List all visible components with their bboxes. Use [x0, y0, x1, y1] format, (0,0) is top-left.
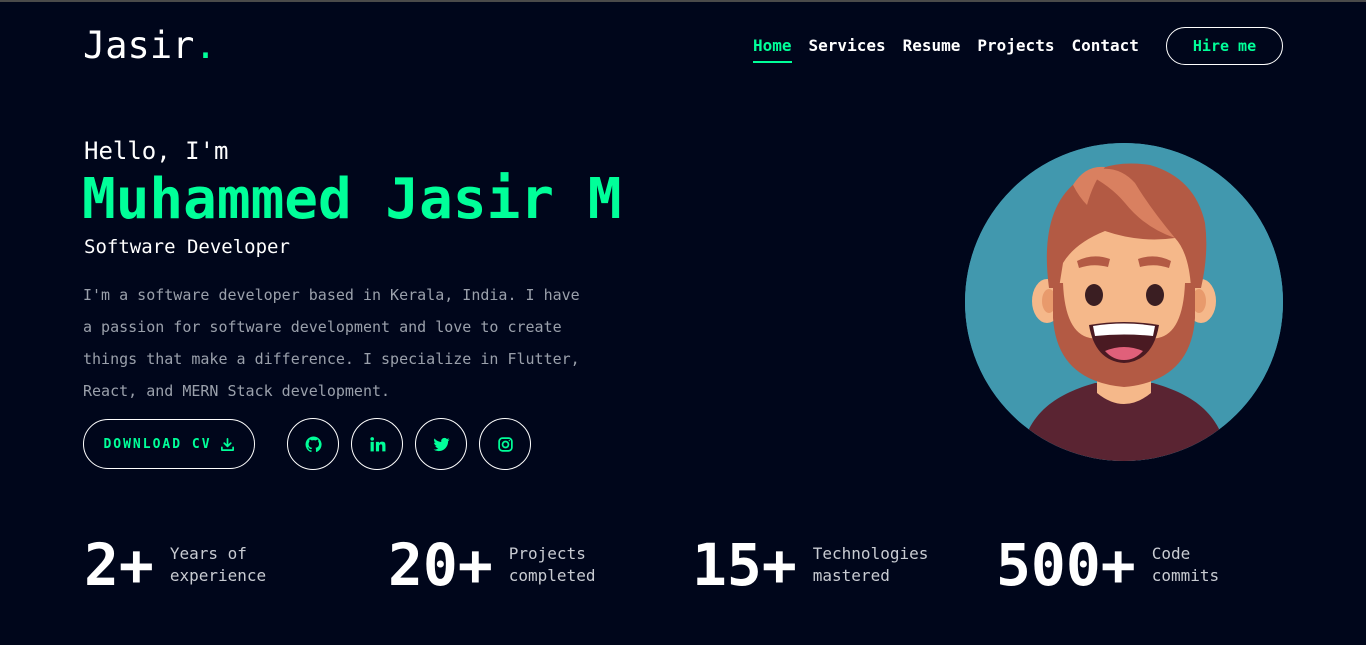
github-link[interactable]	[287, 418, 339, 470]
nav-projects[interactable]: Projects	[977, 36, 1054, 56]
nav-resume[interactable]: Resume	[903, 36, 961, 56]
profile-avatar	[965, 143, 1283, 461]
twitter-icon	[433, 437, 449, 451]
stat-value: 20+	[388, 531, 493, 599]
stat-label-line: Code	[1151, 544, 1191, 563]
instagram-icon	[497, 436, 513, 452]
stat-label-line: experience	[169, 566, 267, 585]
download-cv-button[interactable]: DOWNLOAD CV	[83, 419, 255, 469]
stat-projects: 20+ Projects completed	[388, 533, 649, 597]
main-nav: Home Services Resume Projects Contact	[753, 36, 1139, 63]
portfolio-page: Jasir. Home Services Resume Projects Con…	[0, 0, 1366, 645]
stat-commits: 500+ Code commits	[996, 533, 1292, 597]
stat-label: Projects completed	[509, 543, 649, 587]
stat-label-line: Projects	[508, 544, 586, 563]
logo-text: Jasir	[83, 24, 195, 67]
hero-name: Muhammed Jasir M	[82, 167, 622, 232]
stat-label-line: mastered	[812, 566, 890, 585]
hero-bio: I'm a software developer based in Kerala…	[83, 286, 580, 400]
linkedin-link[interactable]	[351, 418, 403, 470]
download-icon	[220, 437, 234, 451]
stat-value: 500+	[996, 531, 1136, 599]
stat-label-line: Technologies	[812, 544, 929, 563]
twitter-link[interactable]	[415, 418, 467, 470]
nav-home[interactable]: Home	[753, 36, 792, 63]
top-border	[0, 0, 1366, 2]
stat-label-line: commits	[1151, 566, 1220, 585]
stat-technologies: 15+ Technologies mastered	[692, 533, 953, 597]
stat-value: 2+	[84, 531, 154, 599]
nav-services[interactable]: Services	[809, 36, 886, 56]
stat-label-line: Years of	[169, 544, 247, 563]
hire-me-button[interactable]: Hire me	[1166, 27, 1283, 65]
hero-role: Software Developer	[84, 236, 290, 258]
stat-label: Technologies mastered	[813, 543, 953, 587]
stat-label: Years of experience	[170, 543, 310, 587]
greeting: Hello, I'm	[84, 137, 229, 165]
stat-label-line: completed	[508, 566, 596, 585]
stat-years: 2+ Years of experience	[84, 533, 310, 597]
instagram-link[interactable]	[479, 418, 531, 470]
github-icon	[305, 436, 322, 452]
download-cv-label: DOWNLOAD CV	[103, 436, 212, 452]
linkedin-icon	[369, 436, 385, 451]
stat-value: 15+	[692, 531, 797, 599]
stat-label: Code commits	[1152, 543, 1292, 587]
avatar-illustration	[965, 143, 1283, 461]
nav-contact[interactable]: Contact	[1071, 36, 1138, 56]
site-logo[interactable]: Jasir.	[83, 26, 217, 66]
logo-dot: .	[194, 24, 217, 67]
